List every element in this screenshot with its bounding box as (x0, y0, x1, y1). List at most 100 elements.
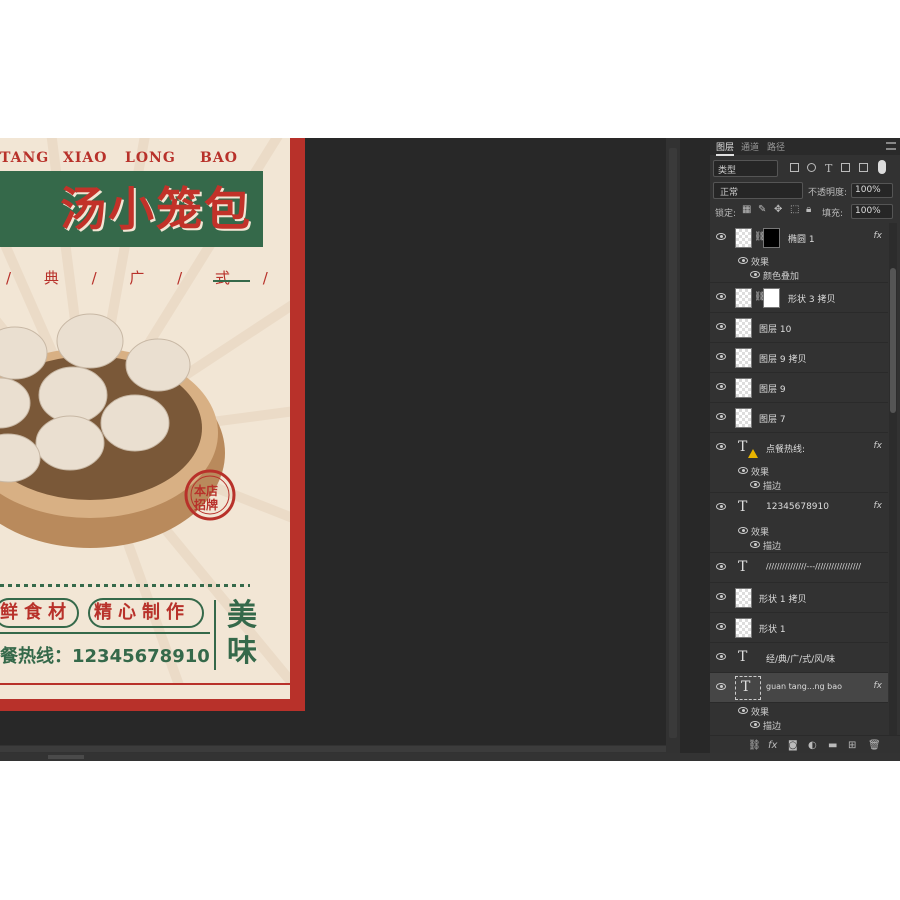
image-filter-icon[interactable] (790, 163, 799, 172)
lock-position-icon[interactable]: ✥ (774, 205, 784, 215)
layer-name[interactable]: 图层 7 (759, 412, 786, 425)
layer-name[interactable]: 图层 9 (759, 382, 786, 395)
lock-transparent-icon[interactable]: ▦ (742, 205, 752, 215)
visibility-eye-icon[interactable] (716, 563, 726, 570)
effect-row[interactable]: 描边 (710, 717, 888, 732)
layer-row[interactable]: T 经/典/广/式/风/味 (710, 643, 888, 673)
visibility-eye-icon[interactable] (716, 683, 726, 690)
adjustment-icon[interactable]: ◐ (808, 740, 817, 751)
layer-row[interactable]: 图层 7 (710, 403, 888, 433)
opacity-value: 100% (855, 185, 881, 195)
trash-icon[interactable]: 🗑︎ (868, 740, 881, 751)
effect-row[interactable]: 描边 (710, 477, 888, 492)
visibility-eye-icon[interactable] (716, 353, 726, 360)
visibility-eye-icon[interactable] (738, 257, 748, 264)
status-tab[interactable] (48, 755, 84, 759)
layer-row[interactable]: 图层 9 拷贝 (710, 343, 888, 373)
visibility-eye-icon[interactable] (750, 481, 760, 488)
layer-name[interactable]: 点餐热线: (766, 442, 805, 455)
visibility-eye-icon[interactable] (738, 527, 748, 534)
visibility-eye-icon[interactable] (750, 271, 760, 278)
lock-image-icon[interactable]: ✎ (758, 205, 768, 215)
layer-row[interactable]: 形状 1 (710, 613, 888, 643)
effects-row[interactable]: 效果 (710, 253, 888, 268)
layer-name[interactable]: ///////////////---///////////////// (766, 562, 861, 571)
layer-row[interactable]: T 12345678910 fx 效果 描边 (710, 493, 888, 553)
adjustment-filter-icon[interactable] (807, 163, 816, 172)
visibility-eye-icon[interactable] (716, 413, 726, 420)
mask-icon[interactable]: ◙ (788, 740, 798, 751)
layer-name[interactable]: guan tang...ng bao (766, 682, 842, 691)
effects-row[interactable]: 效果 (710, 703, 888, 718)
visibility-eye-icon[interactable] (738, 707, 748, 714)
smart-object-filter-icon[interactable] (859, 163, 868, 172)
visibility-eye-icon[interactable] (738, 467, 748, 474)
scroll-thumb[interactable] (669, 148, 677, 738)
layers-scrollbar[interactable] (889, 223, 897, 735)
folder-icon[interactable]: ▬ (828, 740, 837, 751)
layer-row[interactable]: T 点餐热线: fx 效果 描边 (710, 433, 888, 493)
visibility-eye-icon[interactable] (716, 323, 726, 330)
visibility-eye-icon[interactable] (716, 593, 726, 600)
layer-name[interactable]: 12345678910 (766, 502, 829, 512)
effects-row[interactable]: 效果 (710, 523, 888, 538)
layer-filter-select[interactable]: 类型 (713, 160, 778, 177)
layer-thumbnail (735, 408, 752, 428)
canvas-vertical-scrollbar[interactable] (666, 138, 680, 761)
visibility-eye-icon[interactable] (716, 653, 726, 660)
document-canvas[interactable]: TANG XIAO LONG BAO 汤小笼包 / 典 / 广 / 式 / 风 … (0, 138, 666, 745)
text-filter-icon[interactable]: T (825, 162, 832, 175)
visibility-eye-icon[interactable] (750, 541, 760, 548)
opacity-input[interactable]: 100% (851, 183, 893, 198)
layer-name[interactable]: 形状 3 拷贝 (788, 292, 835, 305)
canvas-horizontal-scrollbar[interactable] (0, 745, 666, 753)
layer-row[interactable]: T ///////////////---///////////////// (710, 553, 888, 583)
layer-name[interactable]: 形状 1 拷贝 (759, 592, 806, 605)
visibility-eye-icon[interactable] (716, 623, 726, 630)
effect-row[interactable]: 颜色叠加 (710, 267, 888, 282)
scroll-thumb[interactable] (890, 268, 896, 413)
lock-all-icon[interactable]: 🔒︎ (806, 205, 816, 215)
layer-row-selected[interactable]: T guan tang...ng bao fx (710, 673, 888, 703)
visibility-eye-icon[interactable] (716, 503, 726, 510)
filter-toggle-icon[interactable] (878, 160, 886, 174)
visibility-eye-icon[interactable] (716, 443, 726, 450)
fx-icon[interactable]: fx (874, 231, 883, 241)
layer-row[interactable]: 图层 9 (710, 373, 888, 403)
poster-title: 汤小笼包 (60, 182, 252, 236)
tab-layers[interactable]: 图层 (716, 140, 735, 156)
layer-name[interactable]: 椭圆 1 (788, 232, 815, 245)
fx-icon[interactable]: fx (874, 441, 883, 451)
panel-menu-icon[interactable] (886, 142, 896, 150)
layer-row[interactable]: ⛓ 椭圆 1 fx 效果 颜色叠加 (710, 223, 888, 283)
classic-flavor-text: / 典 / 广 / 式 / 风 / 味 (6, 269, 305, 287)
layer-mask-thumbnail[interactable] (763, 228, 780, 248)
link-icon[interactable]: ⛓ (748, 740, 761, 751)
layer-mask-thumbnail[interactable] (763, 288, 780, 308)
layer-row[interactable]: 图层 10 (710, 313, 888, 343)
fill-input[interactable]: 100% (851, 204, 893, 219)
fx-icon[interactable]: fx (874, 501, 883, 511)
scroll-thumb[interactable] (0, 746, 666, 752)
layer-name[interactable]: 图层 9 拷贝 (759, 352, 806, 365)
effects-row[interactable]: 效果 (710, 463, 888, 478)
tab-paths[interactable]: 路径 (767, 140, 785, 153)
shape-filter-icon[interactable] (841, 163, 850, 172)
layer-name[interactable]: 形状 1 (759, 622, 786, 635)
fx-icon[interactable]: fx (874, 681, 883, 691)
layer-row[interactable]: ⛓ 形状 3 拷贝 (710, 283, 888, 313)
lock-artboard-icon[interactable]: ⬚ (790, 205, 800, 215)
fx-icon[interactable]: fx (768, 740, 777, 751)
effect-row[interactable]: 描边 (710, 537, 888, 552)
layer-name[interactable]: 经/典/广/式/风/味 (766, 652, 835, 665)
blend-mode-select[interactable]: 正常 (713, 182, 803, 199)
visibility-eye-icon[interactable] (716, 233, 726, 240)
new-layer-icon[interactable]: ⊞ (848, 740, 856, 751)
layer-row[interactable]: 形状 1 拷贝 (710, 583, 888, 613)
warning-icon (748, 449, 758, 458)
visibility-eye-icon[interactable] (716, 383, 726, 390)
visibility-eye-icon[interactable] (716, 293, 726, 300)
layer-name[interactable]: 图层 10 (759, 322, 791, 335)
visibility-eye-icon[interactable] (750, 721, 760, 728)
tab-channels[interactable]: 通道 (741, 140, 759, 153)
